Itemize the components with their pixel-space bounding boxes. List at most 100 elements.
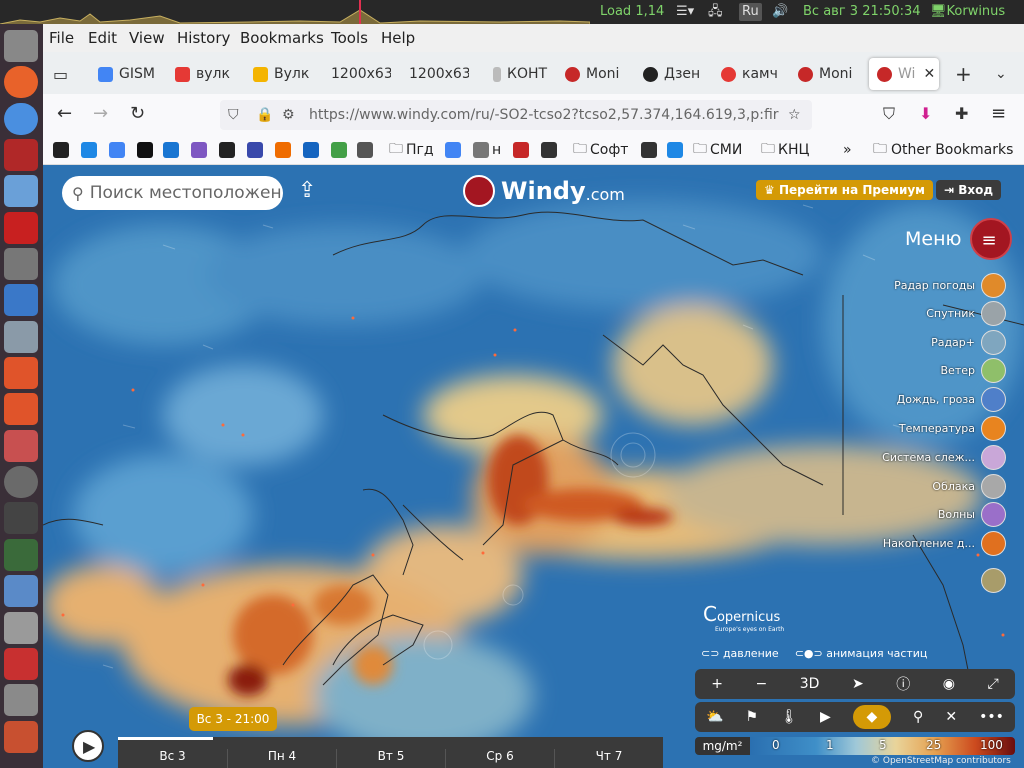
app-icon-2[interactable] xyxy=(4,175,38,207)
clock[interactable]: Вс авг 3 21:50:34 xyxy=(803,0,921,24)
layer-item[interactable]: Температура xyxy=(899,415,1006,441)
flag-icon[interactable]: ⚑ xyxy=(746,709,759,725)
locate-icon[interactable]: ➤ xyxy=(852,676,864,692)
layer-item[interactable]: Накопление д... xyxy=(883,530,1006,556)
timeline-day[interactable]: Пн 4 xyxy=(227,749,336,768)
trash-icon[interactable] xyxy=(4,648,38,680)
app-icon-5[interactable] xyxy=(4,430,38,462)
app-icon-6[interactable] xyxy=(4,502,38,534)
layer-item[interactable]: Волны xyxy=(938,501,1006,527)
bookmark-icon[interactable] xyxy=(357,141,373,159)
tab[interactable]: Moni xyxy=(565,60,623,88)
menu-button[interactable]: Меню ≡ xyxy=(905,218,1012,260)
downloads-icon[interactable]: ⬇ xyxy=(919,104,932,123)
reload-icon[interactable]: ↻ xyxy=(130,103,145,124)
share-icon[interactable]: ⇪ xyxy=(298,178,316,203)
osm-attribution[interactable]: © OpenStreetMap contributors xyxy=(871,756,1011,766)
layer-item[interactable]: Дождь, гроза xyxy=(897,386,1006,412)
timeline-day[interactable]: Вс 3 xyxy=(118,749,227,768)
bookmark-icon[interactable] xyxy=(247,141,263,159)
windy-map[interactable]: ⚲ Поиск местоположен ⇪ Windy .com ♛ Пере… xyxy=(43,165,1024,768)
bookmark-icon[interactable] xyxy=(163,141,179,159)
more-icon[interactable]: ••• xyxy=(979,709,1004,725)
bookmark-icon[interactable] xyxy=(191,141,207,159)
info-icon[interactable]: ⓘ xyxy=(896,674,910,694)
menu-list-icon[interactable]: ☰▾ xyxy=(676,0,694,24)
bookmark-folder[interactable]: 🗀 СМИ xyxy=(693,141,742,159)
bookmark-icon[interactable] xyxy=(445,141,461,159)
windy-logo[interactable]: Windy .com xyxy=(463,175,625,207)
close-tab-icon[interactable]: ✕ xyxy=(923,66,935,82)
software-center-icon[interactable] xyxy=(4,357,38,389)
monitor-icon[interactable] xyxy=(4,539,38,571)
tab[interactable]: камч xyxy=(721,60,779,88)
webcam-icon[interactable]: ▶ xyxy=(820,709,831,725)
bookmarks-overflow-icon[interactable]: » xyxy=(843,141,852,159)
tab[interactable]: Дзен xyxy=(643,60,701,88)
tab[interactable]: 1200x63 xyxy=(331,60,391,88)
bookmark-icon[interactable] xyxy=(641,141,657,159)
tab[interactable]: КОНТ xyxy=(493,60,551,88)
settings-gear-icon[interactable] xyxy=(4,466,38,498)
bookmark-icon[interactable] xyxy=(667,141,683,159)
network-icon[interactable]: 🖧 xyxy=(708,0,723,24)
app-icon-1[interactable] xyxy=(4,139,38,171)
permissions-icon[interactable]: ⚙ xyxy=(282,100,295,130)
time-badge[interactable]: Вс 3 - 21:00 xyxy=(189,707,277,731)
bookmark-icon[interactable] xyxy=(53,141,69,159)
pocket-icon[interactable]: ⛉ xyxy=(883,104,895,124)
color-legend[interactable]: mg/m² 0 1 5 25 100 xyxy=(695,737,1015,755)
chromium-icon[interactable] xyxy=(4,103,38,135)
timeline-day[interactable]: Ср 6 xyxy=(445,749,554,768)
layer-item[interactable]: Радар+ xyxy=(931,329,1006,355)
play-button[interactable]: ▶ xyxy=(72,730,104,762)
dash-icon[interactable] xyxy=(4,30,38,62)
load-indicator[interactable]: Load 1,14 xyxy=(600,0,664,24)
app-icon-7[interactable] xyxy=(4,721,38,753)
zoom-out-button[interactable]: − xyxy=(756,676,768,692)
new-tab-button[interactable]: + xyxy=(955,60,975,88)
menu-tools[interactable]: Tools xyxy=(331,29,368,47)
bookmark-icon[interactable] xyxy=(331,141,347,159)
volume-icon[interactable]: 🔊 xyxy=(772,0,788,24)
location-search-input[interactable]: ⚲ Поиск местоположен xyxy=(62,176,283,210)
menu-file[interactable]: File xyxy=(49,29,74,47)
lock-icon[interactable]: 🔒 xyxy=(256,100,273,130)
bookmark-icon[interactable] xyxy=(81,141,97,159)
hamburger-menu-icon[interactable]: ≡ xyxy=(991,103,1006,124)
premium-button[interactable]: ♛ Перейти на Премиум xyxy=(756,180,933,200)
tab[interactable]: вулк xyxy=(175,60,233,88)
menu-view[interactable]: View xyxy=(129,29,165,47)
layer-item[interactable] xyxy=(975,567,1006,593)
window-icon[interactable] xyxy=(4,575,38,607)
software-center-icon-2[interactable] xyxy=(4,393,38,425)
keyboard-layout[interactable]: Ru xyxy=(739,3,762,21)
bookmark-icon[interactable] xyxy=(303,141,319,159)
zoom-in-button[interactable]: + xyxy=(711,676,723,692)
tab-overview-icon[interactable]: ▭ xyxy=(53,60,73,88)
tab[interactable]: Moni xyxy=(798,60,856,88)
extensions-icon[interactable]: ✚ xyxy=(955,104,968,123)
thermometer-icon[interactable]: 🌡 xyxy=(780,709,798,725)
pin-icon[interactable]: ⚲ xyxy=(913,709,923,725)
tools-icon[interactable] xyxy=(4,321,38,353)
layer-item[interactable]: Спутник xyxy=(926,300,1006,326)
timeline[interactable]: Вс 3 Пн 4 Вт 5 Ср 6 Чт 7 xyxy=(118,737,663,768)
bookmark-icon[interactable] xyxy=(275,141,291,159)
bookmark-icon[interactable] xyxy=(137,141,153,159)
particles-toggle[interactable]: ⊂●⊃ анимация частиц xyxy=(795,647,928,660)
bookmark-folder[interactable]: 🗀 Пгд xyxy=(389,141,434,159)
firefox-icon[interactable] xyxy=(4,66,38,98)
fire-icon[interactable]: ◆ xyxy=(852,705,891,729)
url-text[interactable]: https://www.windy.com/ru/-SO2-tcso2?tcso… xyxy=(309,100,779,130)
bookmark-icon[interactable] xyxy=(109,141,125,159)
bookmark-folder[interactable]: 🗀 КНЦ xyxy=(761,141,809,159)
3d-button[interactable]: 3D xyxy=(800,676,820,692)
weather-icon[interactable]: ⛅ xyxy=(706,709,723,725)
calculator-icon[interactable] xyxy=(4,612,38,644)
tab[interactable]: GISM xyxy=(98,60,156,88)
layer-item[interactable]: Облака xyxy=(932,473,1006,499)
timeline-day[interactable]: Чт 7 xyxy=(554,749,663,768)
pressure-toggle[interactable]: ⊂⊃ давление xyxy=(701,647,779,660)
app-icon-4[interactable] xyxy=(4,248,38,280)
